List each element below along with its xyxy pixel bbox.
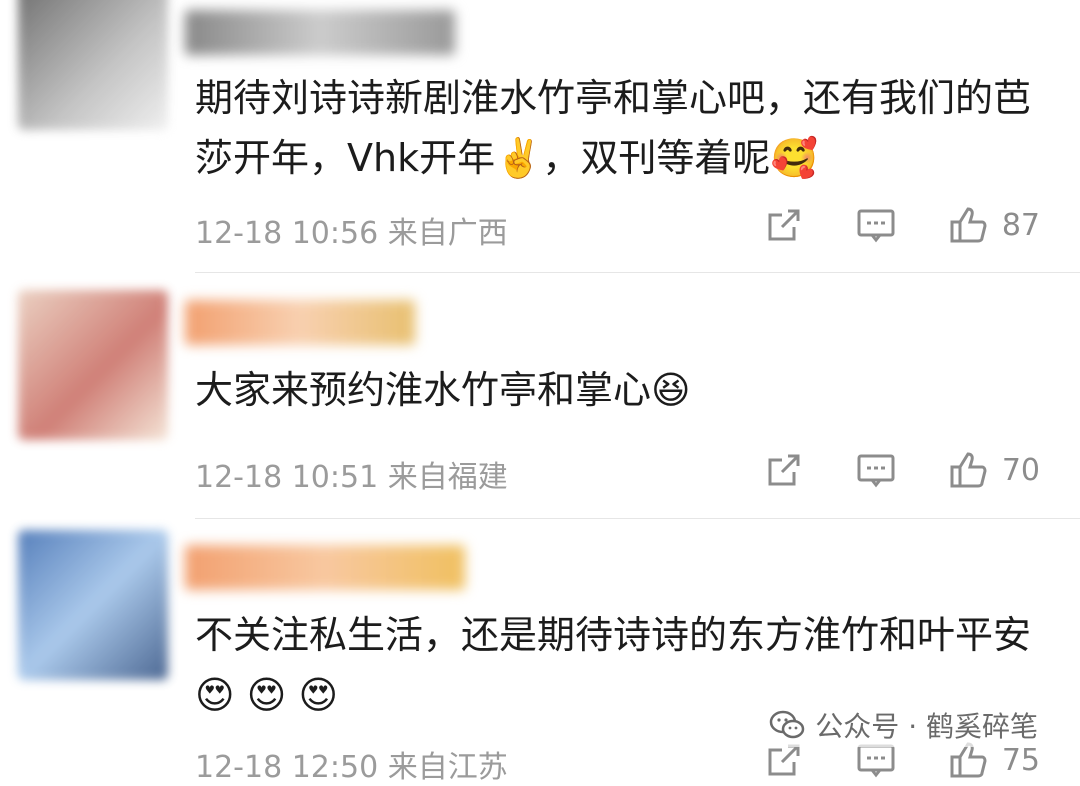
wechat-icon (770, 710, 805, 739)
like-count: 75 (1001, 742, 1040, 778)
comment-body: 不关注私生活，还是期待诗诗的东方淮竹和叶平安 (195, 613, 1032, 657)
like-button[interactable]: 87 (948, 205, 1040, 245)
comment-actions: 87 (712, 205, 1040, 245)
comment-icon (857, 454, 895, 488)
smiling-heart-face-icon: 🥰 (770, 136, 818, 180)
victory-hand-icon: ✌️ (495, 136, 543, 180)
avatar[interactable] (18, 530, 168, 680)
thumbs-up-icon (950, 207, 987, 243)
share-icon (768, 209, 800, 241)
like-count: 70 (1001, 452, 1040, 488)
share-button[interactable] (764, 205, 804, 245)
comment-meta: 12-18 10:51 来自福建 (195, 452, 508, 496)
avatar[interactable] (18, 290, 168, 440)
comment-location: 来自福建 (387, 460, 508, 495)
like-button[interactable]: 70 (948, 450, 1040, 490)
heart-eyes-face-icon: 😍 (246, 673, 287, 717)
username-blurred[interactable] (185, 10, 455, 55)
comment-meta: 12-18 12:50 来自江苏 (195, 742, 508, 786)
watermark-label: 公众号 · 鹤奚碎笔 (815, 710, 1038, 743)
divider (195, 272, 1080, 273)
share-button[interactable] (764, 450, 804, 490)
comment-actions: 70 (712, 450, 1040, 490)
divider (195, 518, 1080, 519)
username-blurred[interactable] (185, 300, 415, 345)
heart-eyes-face-icon: 😍 (298, 673, 339, 717)
laughing-face-icon: 😆 (651, 368, 691, 412)
comment-text: 大家来预约淮水竹亭和掌心😆 (195, 360, 1055, 420)
heart-eyes-face-icon: 😍 (195, 673, 235, 717)
comment-meta: 12-18 10:56 来自广西 (195, 208, 508, 252)
comment-icon (857, 209, 895, 243)
comment-button[interactable] (856, 205, 896, 245)
comment-time: 12-18 10:51 (195, 460, 379, 495)
comment-body: 大家来预约淮水竹亭和掌心 (195, 368, 652, 412)
thumbs-up-icon (950, 452, 987, 488)
avatar[interactable] (18, 0, 168, 130)
like-count: 87 (1001, 207, 1040, 243)
share-icon (768, 454, 800, 486)
comment-location: 来自江苏 (387, 750, 508, 785)
comment-text: 期待刘诗诗新剧淮水竹亭和掌心吧，还有我们的芭莎开年，Vhk开年✌️，双刊等着呢🥰 (195, 68, 1055, 188)
comment-body-tail: ，双刊等着呢 (542, 136, 771, 180)
username-blurred[interactable] (185, 545, 465, 590)
comment-time: 12-18 12:50 (195, 750, 379, 785)
comment-location: 来自广西 (387, 216, 508, 251)
comment-time: 12-18 10:56 (195, 216, 379, 251)
watermark: 公众号 · 鹤奚碎笔 (763, 703, 1044, 747)
comment-button[interactable] (856, 450, 896, 490)
